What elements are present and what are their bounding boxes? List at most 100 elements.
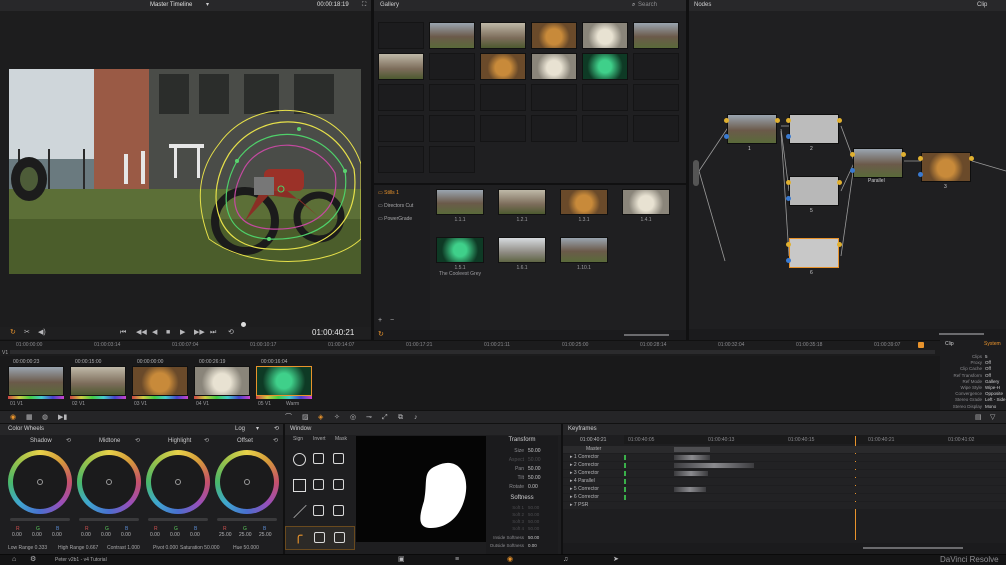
tab-clip[interactable]: Clip [945,341,954,347]
scroll-thumb[interactable] [624,334,669,336]
keyframe-marker[interactable] [624,471,626,476]
timeline-ruler[interactable]: 01:00:00:00 01:00:03:14 01:00:07:04 01:00:1… [0,340,940,356]
reset-all-icon[interactable]: ⟲ [274,424,279,435]
transform-param-value[interactable]: 50.00 [528,457,541,463]
node-input-dot[interactable] [918,156,923,161]
color-wheel[interactable] [215,450,279,514]
master-wheel-slider[interactable] [217,518,277,521]
window-preview[interactable] [356,436,486,542]
node-output-dot[interactable] [969,156,974,161]
window-row-linear[interactable] [285,474,355,498]
node-key-dot[interactable] [786,196,791,201]
play-icon[interactable]: ▶ [180,329,185,337]
wheel-center-control[interactable] [37,479,43,485]
node-key-dot[interactable] [786,258,791,263]
memory-thumbnail[interactable] [480,53,526,80]
prev-frame-icon[interactable]: ◀◀ [136,329,147,337]
loop-playback-icon[interactable]: ⟲ [228,329,234,337]
memory-slot[interactable] [531,84,577,111]
node-output-dot[interactable] [837,242,842,247]
color-wheel[interactable] [77,450,141,514]
transform-param-value[interactable]: 50.00 [528,448,541,454]
still-thumbnail[interactable] [622,189,670,215]
wheels-mode[interactable]: Log [235,424,245,435]
motion-icon[interactable]: ▶▮ [58,414,67,422]
softness-footer-value[interactable]: 0.00 [528,543,537,548]
still-thumbnail[interactable] [560,237,608,263]
audio-meter-icon[interactable]: ♪ [414,414,418,422]
window-row-curve[interactable]: ╭ [285,526,355,550]
album-item[interactable]: ▭ Stills 1 [378,190,399,196]
master-wheel-slider[interactable] [79,518,139,521]
node[interactable] [789,114,839,144]
memory-slot[interactable] [378,146,424,173]
window-row-circle[interactable] [285,448,355,472]
key-icon[interactable]: ⊸ [366,414,372,422]
album-item[interactable]: ▭ Directors Cut [378,203,413,209]
last-frame-icon[interactable]: ⏭ [210,329,216,337]
master-wheel-slider[interactable] [148,518,208,521]
memory-slot[interactable] [633,115,679,142]
memory-thumbnail[interactable] [378,53,424,80]
linear-window-icon[interactable] [293,479,306,492]
mask-toggle[interactable] [333,453,344,464]
memory-thumbnail[interactable] [582,22,628,49]
memory-slot[interactable] [480,84,526,111]
transform-param-value[interactable]: 0.00 [528,484,538,490]
keyframe-marker[interactable] [624,463,626,468]
color-match-icon[interactable]: ▦ [26,414,33,422]
still-thumbnail[interactable] [498,237,546,263]
keyframe-marker[interactable] [624,495,626,500]
reset-wheel-icon[interactable]: ⟲ [273,437,278,444]
tracker-icon[interactable]: ✧ [334,414,340,422]
transform-param-value[interactable]: 50.00 [528,466,541,472]
fairlight-page-icon[interactable]: ♫ [563,556,568,564]
node[interactable] [789,238,839,268]
memory-slot[interactable] [378,84,424,111]
invert-toggle[interactable] [313,505,324,516]
memory-thumbnail[interactable] [429,22,475,49]
node[interactable] [921,152,971,182]
keyframe-range[interactable] [674,487,706,492]
add-album-icon[interactable]: + [378,317,382,325]
timeline-dropdown-icon[interactable]: ▾ [206,0,209,11]
keyframe-track-label[interactable]: ▸ 4 Parallel [570,478,595,484]
still-thumbnail[interactable] [498,189,546,215]
step-forward-icon[interactable]: ▶▶ [194,329,205,337]
keyframe-marker[interactable] [624,455,626,460]
memory-thumbnail[interactable] [480,22,526,49]
wheels-icon[interactable]: ◍ [42,414,48,422]
memory-slot[interactable] [378,115,424,142]
keyframe-marker[interactable] [624,479,626,484]
reset-wheel-icon[interactable]: ⟲ [66,437,71,444]
color-wheel[interactable] [8,450,72,514]
still-thumbnail[interactable] [560,189,608,215]
keyframe-track-label[interactable]: ▸ 7 PSR [570,502,588,508]
node-output-dot[interactable] [837,118,842,123]
search-icon[interactable]: ⌕ [632,0,635,11]
deliver-page-icon[interactable]: ➤ [613,556,619,564]
window-icon[interactable]: ◈ [318,414,323,422]
node-key-dot[interactable] [786,134,791,139]
clip-thumbnail[interactable] [70,366,126,396]
viewer-image[interactable] [9,69,361,274]
blur-icon[interactable]: ◎ [350,414,356,422]
still-thumbnail[interactable] [436,189,484,215]
node[interactable] [853,148,903,178]
scroll-thumb[interactable] [939,333,984,335]
node-input-dot[interactable] [786,242,791,247]
fullscreen-icon[interactable]: ⛶ [362,0,366,11]
node-input-handle[interactable] [693,160,699,186]
step-back-icon[interactable]: ◀ [152,329,157,337]
mask-toggle[interactable] [333,505,344,516]
nodes-mode[interactable]: Clip [977,0,987,11]
wheel-center-control[interactable] [175,479,181,485]
keyframe-track-label[interactable]: ▸ 6 Corrector [570,494,599,500]
master-wheel-slider[interactable] [10,518,70,521]
memory-slot[interactable] [429,53,475,80]
keyframe-marker[interactable] [624,487,626,492]
keyframe-master-bar[interactable] [674,447,710,452]
keyframe-track-label[interactable]: ▸ 3 Corrector [570,470,599,476]
clip-thumbnail[interactable] [256,366,312,396]
node-input-dot[interactable] [786,118,791,123]
